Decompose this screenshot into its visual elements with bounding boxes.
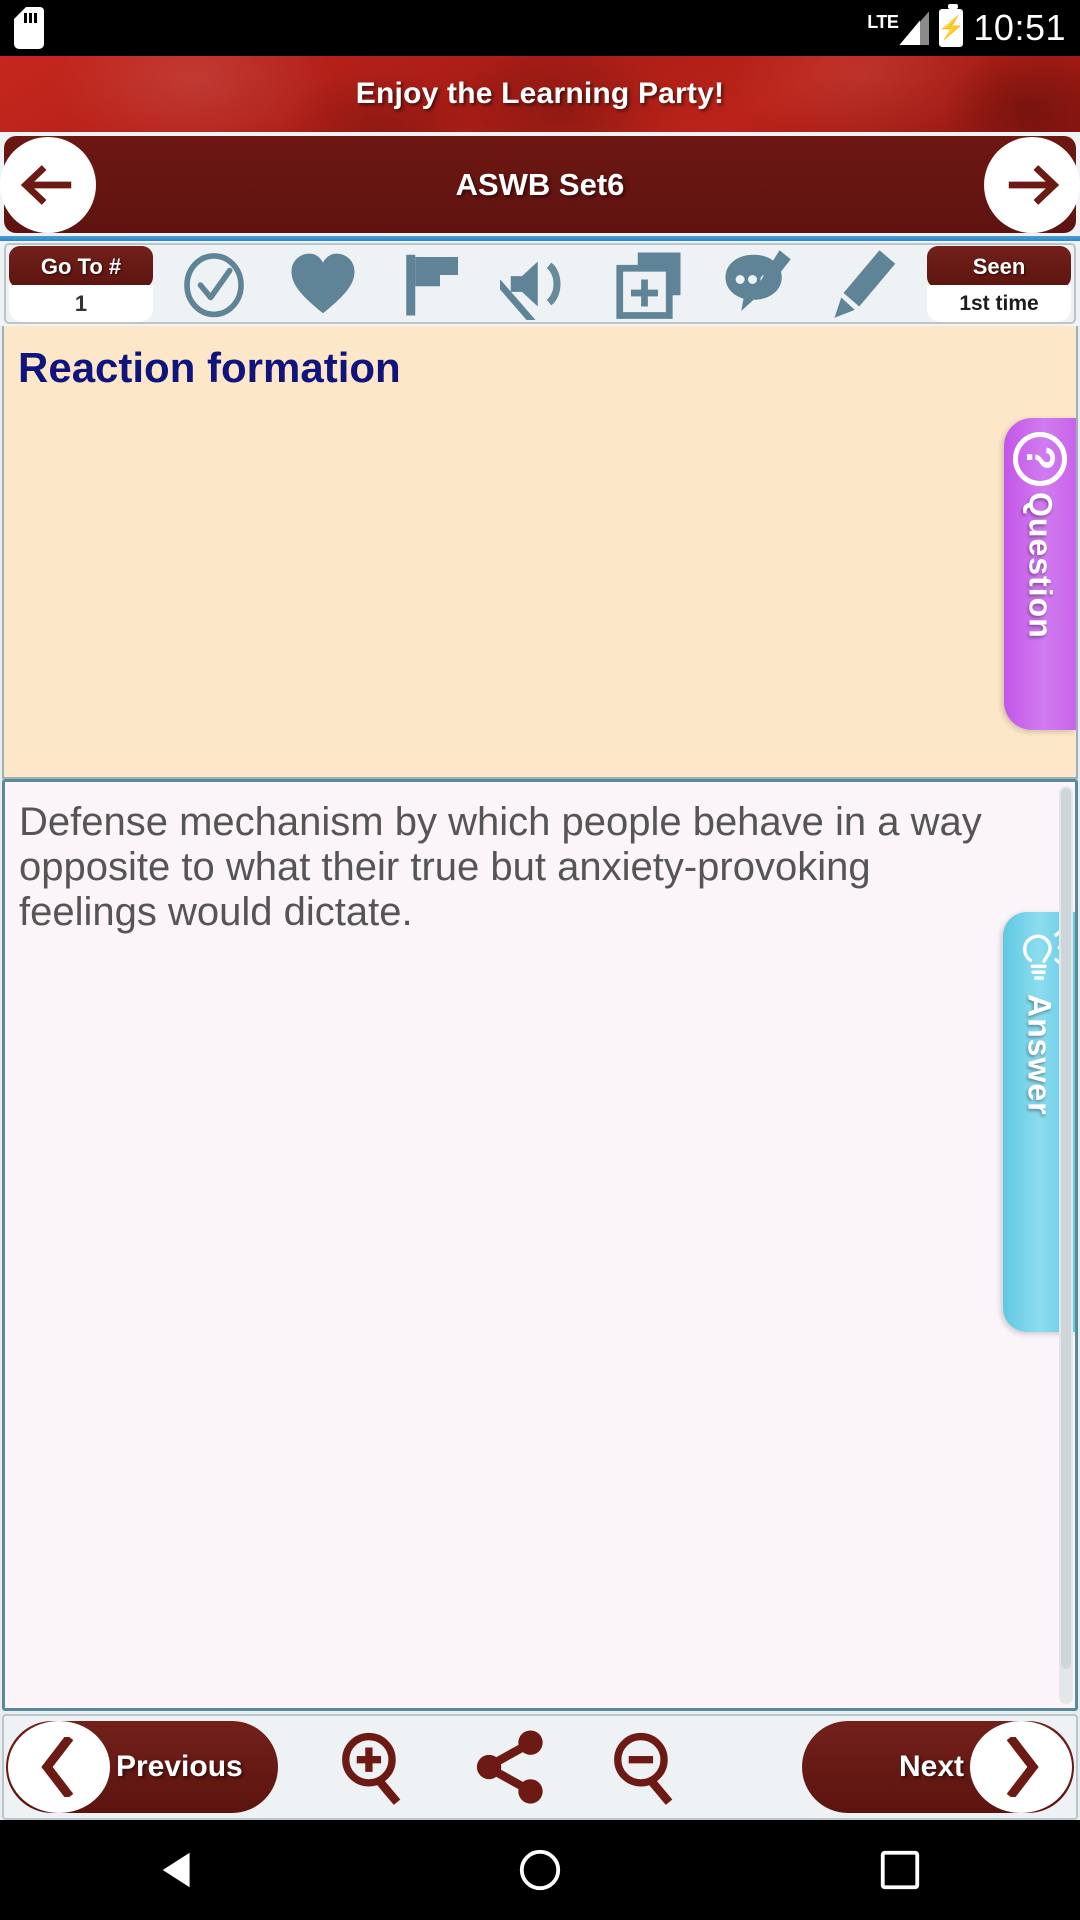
- goto-control[interactable]: Go To # 1: [6, 245, 156, 322]
- chevron-right-icon: [1006, 1737, 1039, 1797]
- page-title: ASWB Set6: [455, 166, 625, 202]
- share-icon[interactable]: [472, 1728, 550, 1806]
- seen-status[interactable]: Seen 1st time: [924, 245, 1074, 322]
- seen-button[interactable]: Seen: [927, 246, 1071, 289]
- clock: 10:51: [973, 7, 1066, 48]
- card-toolbar: Go To # 1 Seen 1st time: [4, 243, 1076, 324]
- circle-home-icon[interactable]: [517, 1847, 563, 1893]
- pencil-icon[interactable]: [826, 248, 906, 320]
- previous-set-button[interactable]: [0, 136, 96, 233]
- goto-button[interactable]: Go To #: [9, 246, 153, 289]
- check-circle-icon[interactable]: [174, 248, 254, 320]
- next-set-button[interactable]: [984, 136, 1080, 233]
- card-toolbar-container: Go To # 1 Seen 1st time: [0, 236, 1080, 326]
- set-navigation-bar: ASWB Set6: [0, 132, 1080, 236]
- square-recents-icon[interactable]: [877, 1847, 923, 1893]
- seen-count: 1st time: [927, 285, 1071, 322]
- answer-card[interactable]: Defense mechanism by which people behave…: [2, 779, 1078, 1711]
- next-arrow-button[interactable]: [970, 1721, 1072, 1813]
- mute-icon[interactable]: [499, 248, 580, 320]
- lightbulb-icon: [1023, 929, 1066, 980]
- answer-text: Defense mechanism by which people behave…: [19, 800, 982, 935]
- status-bar: LTE ⚡ 10:51: [0, 0, 1080, 56]
- comment-edit-icon[interactable]: [717, 248, 797, 320]
- battery-charging-icon: ⚡: [938, 4, 965, 47]
- question-mark-icon: ?: [1013, 432, 1067, 486]
- zoom-in-icon[interactable]: [336, 1728, 414, 1806]
- question-tab[interactable]: ? Question: [1004, 418, 1076, 730]
- sd-card-icon: [14, 7, 44, 49]
- app-screen: LTE ⚡ 10:51 Enjoy the Learning Party! AS…: [0, 0, 1080, 1920]
- chevron-left-icon: [41, 1737, 74, 1797]
- answer-scrollbar[interactable]: [1059, 786, 1073, 1704]
- goto-input[interactable]: 1: [9, 285, 153, 322]
- status-bar-right: LTE ⚡ 10:51: [867, 4, 1066, 49]
- network-label: LTE: [867, 12, 899, 32]
- zoom-out-icon[interactable]: [608, 1728, 686, 1806]
- triangle-back-icon[interactable]: [157, 1847, 203, 1893]
- toolbar-icon-strip: [156, 245, 924, 322]
- status-bar-left: [14, 7, 44, 49]
- bottom-tools: [336, 1728, 686, 1806]
- promo-banner[interactable]: Enjoy the Learning Party!: [0, 56, 1080, 132]
- android-navigation-bar: [0, 1820, 1080, 1920]
- previous-arrow-button[interactable]: [8, 1721, 110, 1813]
- heart-icon[interactable]: [283, 248, 363, 320]
- banner-text: Enjoy the Learning Party!: [355, 77, 725, 110]
- arrow-right-icon: [1008, 164, 1060, 205]
- question-card[interactable]: Reaction formation ? Question: [2, 326, 1078, 779]
- question-text: Reaction formation: [18, 344, 401, 391]
- signal-bars-icon: LTE: [867, 11, 930, 45]
- flag-icon[interactable]: [391, 248, 471, 320]
- add-to-box-icon[interactable]: [609, 248, 689, 320]
- arrow-left-icon: [20, 164, 72, 205]
- question-tab-label: Question: [1022, 492, 1059, 639]
- answer-tab-label: Answer: [1021, 994, 1058, 1116]
- bottom-navigation-bar: Previous Next: [2, 1714, 1078, 1820]
